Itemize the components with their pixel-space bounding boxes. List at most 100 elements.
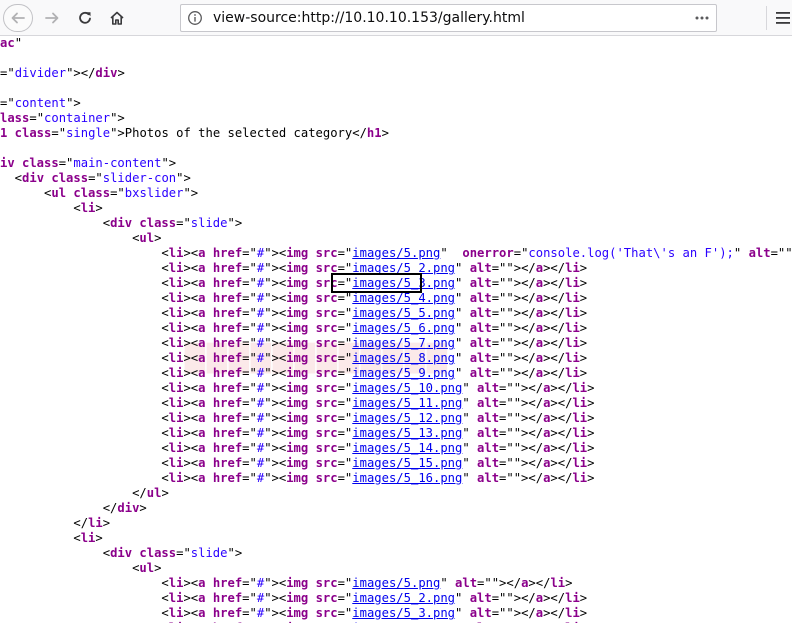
source-token: li (168, 441, 184, 455)
source-link[interactable]: images/5_8.png (352, 351, 455, 365)
source-token: < (0, 291, 169, 305)
highlight-box (331, 273, 422, 293)
source-token: " (14, 36, 23, 50)
source-token: < (0, 306, 169, 320)
source-token: " (462, 441, 478, 455)
source-line: <li><a href="#"><img src="images/5.png" … (0, 246, 792, 261)
source-token: =" (337, 456, 353, 470)
source-token: < (0, 336, 169, 350)
source-link[interactable]: images/5_6.png (352, 321, 455, 335)
source-link[interactable]: images/5_15.png (352, 456, 462, 470)
forward-button[interactable] (37, 4, 67, 32)
source-token: =""></ (499, 441, 544, 455)
source-token: =" (337, 351, 353, 365)
source-token: "></ (66, 66, 96, 80)
source-token: img src (286, 576, 338, 590)
source-link[interactable]: images/5_9.png (352, 366, 455, 380)
hamburger-menu-icon (776, 12, 790, 24)
source-line: <div class="slide"> (0, 546, 242, 561)
source-token: =" (242, 576, 257, 590)
source-token: " (455, 591, 470, 605)
source-token: a href (198, 336, 243, 350)
source-token: li (168, 591, 184, 605)
url-text[interactable]: view-source:http://10.10.10.153/gallery.… (213, 10, 525, 26)
source-link[interactable]: images/5_2.png (352, 591, 455, 605)
source-link[interactable]: images/5_10.png (352, 381, 462, 395)
source-token: ">< (264, 396, 287, 410)
source-token: " (455, 351, 470, 365)
source-token: a href (198, 591, 243, 605)
home-icon (110, 11, 124, 25)
source-token: =""></ (499, 471, 544, 485)
source-token: =""></ (491, 336, 536, 350)
source-token: > (565, 576, 573, 590)
source-token: =" (337, 306, 353, 320)
source-token: ul (139, 561, 155, 575)
source-token: a (535, 336, 544, 350)
more-horizontal-icon[interactable] (694, 10, 710, 26)
back-button[interactable] (3, 4, 33, 32)
source-link[interactable]: images/5_7.png (352, 336, 455, 350)
source-link[interactable]: images/5_12.png (352, 411, 462, 425)
source-token: < (0, 561, 140, 575)
source-token: =" (242, 306, 257, 320)
source-token: ul class (51, 186, 111, 200)
source-token: iv class (0, 156, 59, 170)
source-token: > (579, 306, 588, 320)
source-link[interactable]: images/5_3.png (352, 606, 455, 620)
source-link[interactable]: images/5_16.png (352, 471, 462, 485)
source-link[interactable]: images/5_14.png (352, 441, 462, 455)
source-token: " (462, 471, 478, 485)
source-link[interactable]: images/5_5.png (352, 306, 455, 320)
source-token: a (535, 321, 544, 335)
source-line: ="divider"></div> (0, 66, 125, 81)
source-link[interactable]: images/5_13.png (352, 426, 462, 440)
source-link[interactable]: images/5_4.png (352, 291, 455, 305)
source-token: =" (88, 171, 103, 185)
source-token: alt (469, 306, 492, 320)
source-line: <li><a href="#"><img src="images/5_3.png… (0, 606, 587, 621)
menu-button[interactable] (774, 8, 792, 28)
source-token: >< (183, 411, 199, 425)
source-token: alt (477, 441, 500, 455)
source-token: =""></ (491, 366, 536, 380)
source-token: ></ (543, 261, 566, 275)
source-token: ></ (550, 456, 573, 470)
source-token: alt (469, 261, 492, 275)
source-token: < (0, 321, 169, 335)
source-line: 1 class="single">Photos of the selected … (0, 126, 389, 141)
source-link[interactable]: images/5_11.png (352, 396, 462, 410)
source-token: container (44, 111, 111, 125)
source-token: =""></ (477, 576, 522, 590)
source-token: =" (337, 606, 353, 620)
home-button[interactable] (102, 4, 132, 32)
source-token: ></ (550, 471, 573, 485)
source-link[interactable]: images/5.png (352, 246, 440, 260)
source-token: a (535, 291, 544, 305)
source-token: img src (286, 306, 338, 320)
source-token: img src (286, 381, 338, 395)
reload-icon (79, 11, 91, 24)
source-token: li (565, 366, 580, 380)
source-token: =" (176, 546, 191, 560)
source-token: < (0, 231, 140, 245)
source-token: li (565, 306, 580, 320)
source-token: < (0, 366, 169, 380)
source-token: ">< (264, 606, 287, 620)
source-token: li (565, 321, 580, 335)
reload-button[interactable] (70, 4, 100, 32)
address-bar[interactable]: view-source:http://10.10.10.153/gallery.… (180, 4, 717, 32)
info-icon[interactable] (187, 10, 203, 26)
source-token: li (168, 576, 184, 590)
source-token: a (535, 261, 544, 275)
source-token: a href (198, 246, 243, 260)
source-token: " (455, 291, 470, 305)
source-link[interactable]: images/5.png (352, 576, 440, 590)
source-token: =" (337, 366, 353, 380)
source-token: > (117, 66, 125, 80)
source-token: "> (176, 171, 191, 185)
source-token: =" (337, 411, 353, 425)
source-token: >< (183, 306, 199, 320)
page-source-view: ████████████ ac" ="divider"></div> ="conte… (0, 36, 792, 623)
source-token: img src (286, 456, 338, 470)
